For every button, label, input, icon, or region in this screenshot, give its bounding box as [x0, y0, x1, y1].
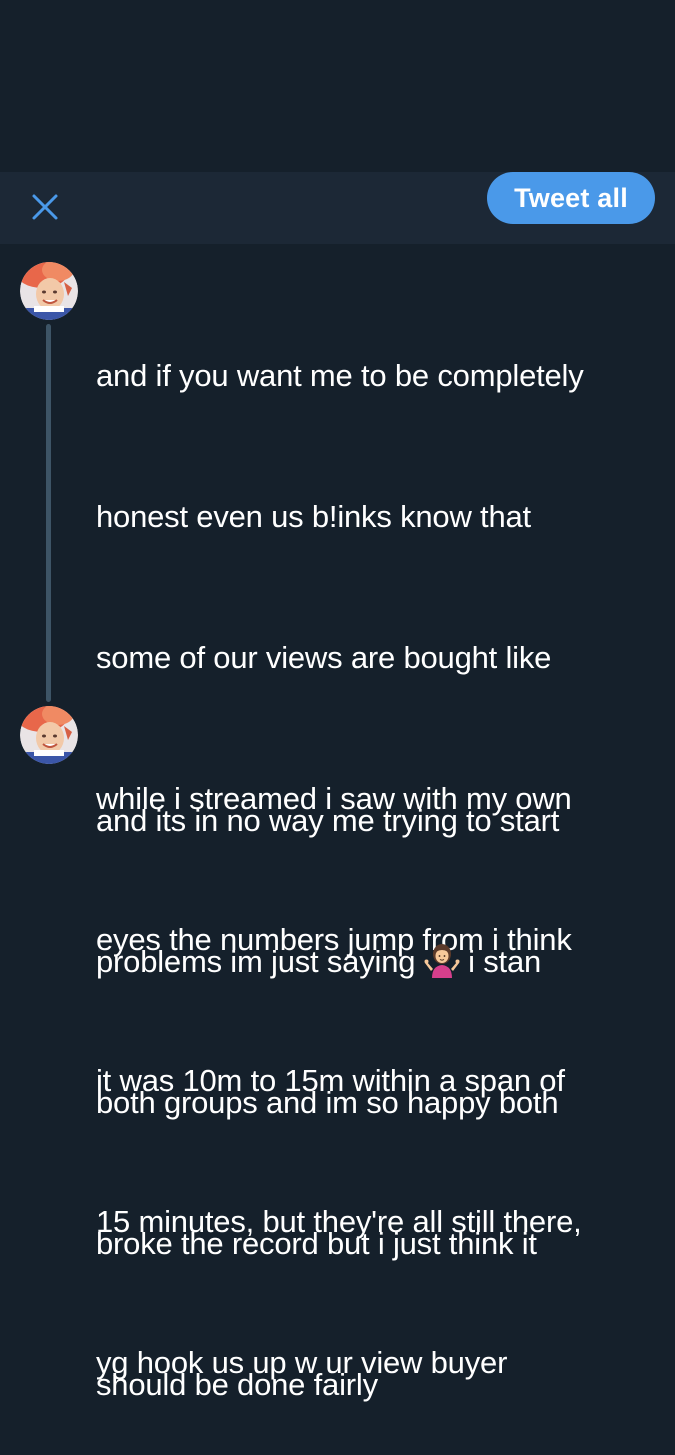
tweet-line: and if you want me to be completely: [96, 358, 584, 393]
tweet-text-segment: i stan: [459, 944, 542, 979]
user-avatar-icon: [20, 262, 78, 320]
tweet-line: should be done fairly: [96, 1367, 378, 1402]
tweet-line: broke the record but i just think it: [96, 1226, 537, 1261]
user-avatar-icon: [20, 706, 78, 764]
person-shrugging-emoji-icon: [424, 944, 460, 978]
avatar[interactable]: [20, 706, 78, 764]
avatar[interactable]: [20, 262, 78, 320]
tweet-line: honest even us b!inks know that: [96, 499, 531, 534]
tweet-text-segment: problems im just saying: [96, 944, 424, 979]
tweet-all-button[interactable]: Tweet all: [487, 172, 655, 224]
tweet-line: and its in no way me trying to start: [96, 803, 560, 838]
compose-toolbar: Tweet all: [0, 172, 675, 244]
close-button[interactable]: [20, 182, 70, 232]
tweet-line: both groups and im so happy both: [96, 1085, 559, 1120]
tweet-text: and its in no way me trying to start pro…: [96, 703, 656, 1455]
thread-connector-line: [46, 324, 51, 702]
tweet-line: some of our views are bought like: [96, 640, 552, 675]
close-icon: [32, 194, 58, 220]
tweet-line: problems im just saying i stan: [96, 938, 656, 985]
